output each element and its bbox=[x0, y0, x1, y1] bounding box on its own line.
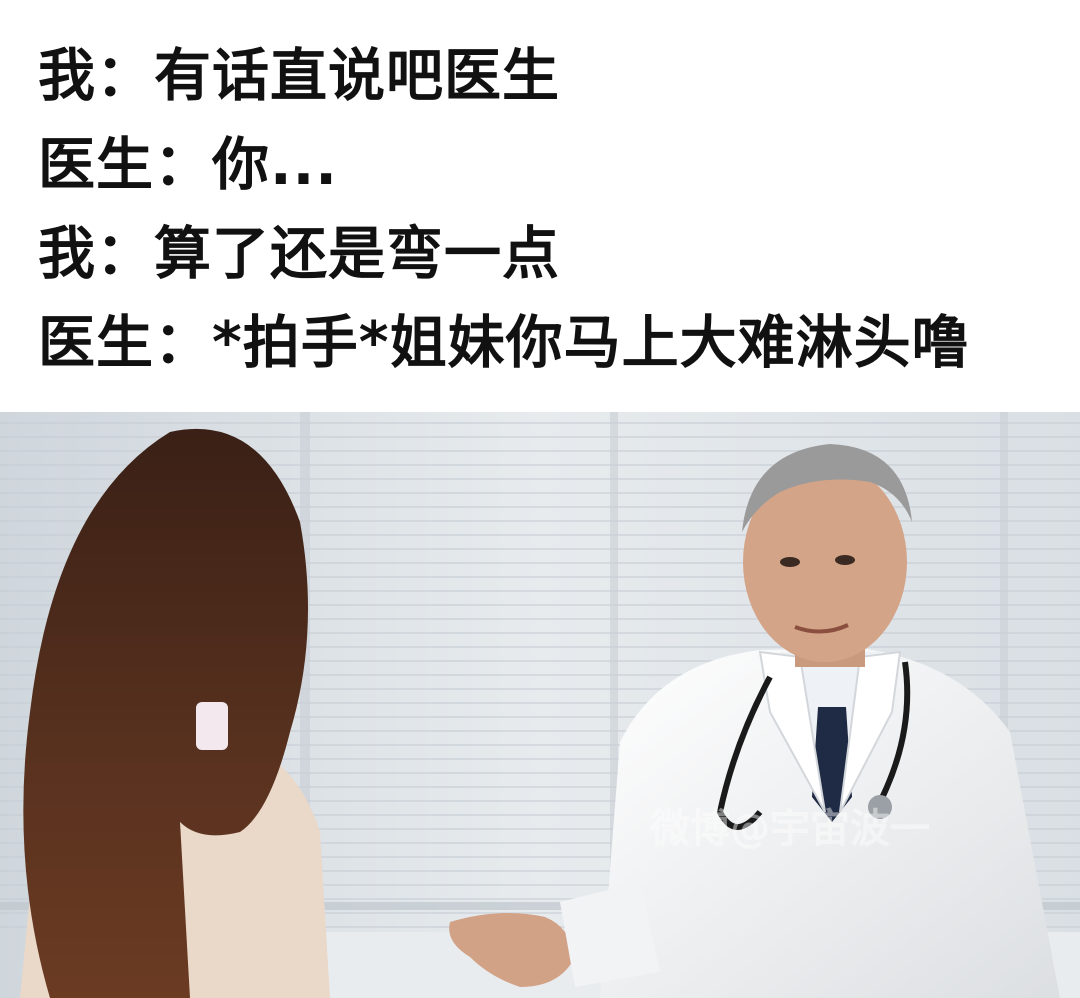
caption-line-3: 我：算了还是弯一点 bbox=[38, 221, 560, 287]
hair-clip bbox=[196, 702, 228, 750]
watermark: 微博@宇宙波一 bbox=[649, 806, 930, 852]
doctor-patient-photo: 微博@宇宙波一 bbox=[0, 412, 1080, 998]
caption-line-1: 我：有话直说吧医生 bbox=[38, 43, 560, 109]
doctor-eye-left bbox=[780, 557, 800, 567]
doctor-eye-right bbox=[835, 555, 855, 565]
photo-illustration: 微博@宇宙波一 bbox=[0, 412, 1080, 998]
caption-line-2: 医生：你... bbox=[38, 132, 338, 198]
caption-line-4: 医生：*拍手*姐妹你马上大难淋头噜 bbox=[38, 310, 970, 376]
meme-caption: 我：有话直说吧医生 医生：你... 我：算了还是弯一点 医生：*拍手*姐妹你马上… bbox=[0, 0, 1080, 412]
